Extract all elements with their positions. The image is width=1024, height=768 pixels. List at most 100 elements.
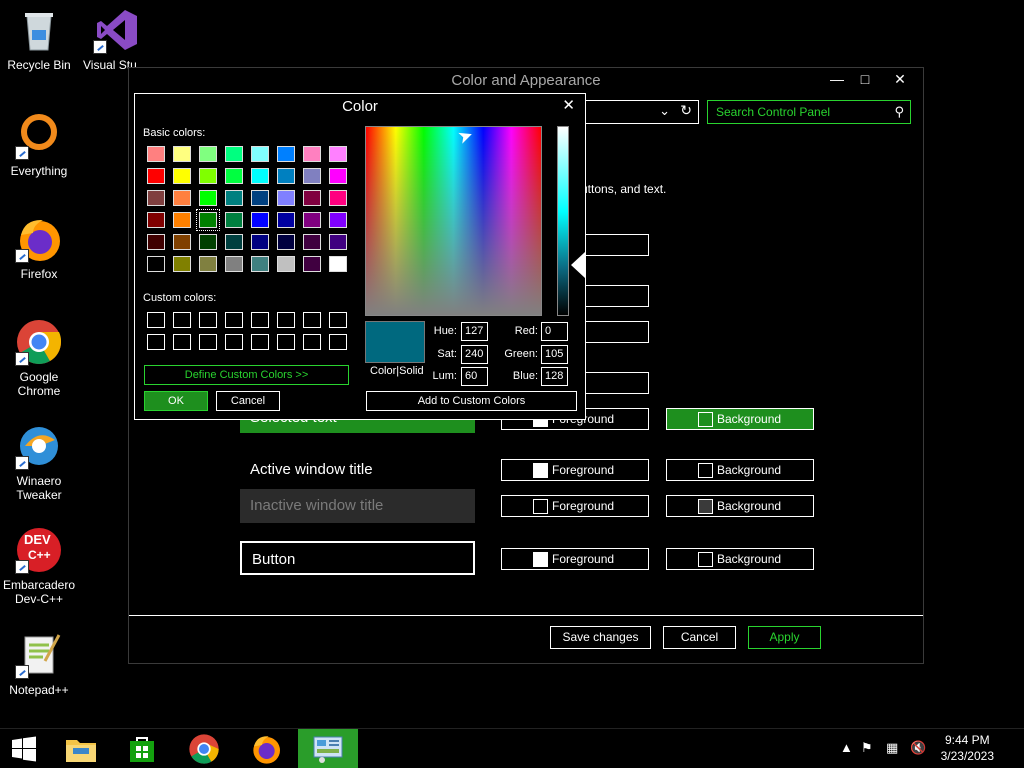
taskbar-store[interactable] (112, 729, 172, 768)
desktop-icon-dev-cpp[interactable]: DEV C++ Embarcadero Dev-C++ (1, 526, 77, 606)
basic-color-swatch[interactable] (251, 146, 269, 162)
desktop-icon-everything[interactable]: Everything (1, 112, 77, 178)
apply-button[interactable]: Apply (748, 626, 821, 649)
basic-color-swatch[interactable] (199, 146, 217, 162)
desktop-icon-google-chrome[interactable]: Google Chrome (1, 318, 77, 398)
basic-color-swatch[interactable] (303, 212, 321, 228)
custom-color-swatch[interactable] (329, 312, 347, 328)
custom-color-swatch[interactable] (303, 312, 321, 328)
sat-input[interactable]: 240 (461, 345, 488, 364)
basic-color-swatch[interactable] (329, 256, 347, 272)
basic-color-swatch[interactable] (225, 234, 243, 250)
active-window-title-sample[interactable]: Active window title (240, 453, 475, 487)
luminosity-arrow-icon[interactable] (571, 252, 585, 278)
inactive-title-background-button[interactable]: Background (666, 495, 814, 517)
red-input[interactable]: 0 (541, 322, 568, 341)
minimize-button[interactable]: — (822, 68, 852, 90)
basic-color-swatch[interactable] (147, 168, 165, 184)
basic-color-swatch[interactable] (251, 168, 269, 184)
basic-color-swatch[interactable] (277, 190, 295, 206)
taskbar-firefox[interactable] (236, 729, 296, 768)
network-icon[interactable]: ▦ (886, 740, 898, 756)
desktop-icon-notepad-plus-plus[interactable]: Notepad++ (1, 631, 77, 697)
custom-color-swatch[interactable] (173, 334, 191, 350)
active-title-background-button[interactable]: Background (666, 459, 814, 481)
add-to-custom-colors-button[interactable]: Add to Custom Colors (366, 391, 577, 411)
custom-color-swatch[interactable] (225, 334, 243, 350)
basic-color-swatch[interactable] (303, 190, 321, 206)
color-spectrum[interactable] (365, 126, 542, 316)
basic-color-swatch[interactable] (199, 256, 217, 272)
basic-color-swatch[interactable] (251, 256, 269, 272)
action-center-flag-icon[interactable]: ⚑ (861, 740, 873, 756)
volume-muted-icon[interactable]: 🔇 (910, 740, 926, 756)
basic-color-swatch[interactable] (173, 234, 191, 250)
selected-text-background-button[interactable]: Background (666, 408, 814, 430)
basic-color-swatch[interactable] (251, 234, 269, 250)
basic-color-swatch[interactable] (173, 256, 191, 272)
custom-color-swatch[interactable] (251, 334, 269, 350)
blue-input[interactable]: 128 (541, 367, 568, 386)
custom-color-swatch[interactable] (277, 312, 295, 328)
taskbar-file-explorer[interactable] (51, 729, 111, 768)
custom-color-swatch[interactable] (147, 312, 165, 328)
basic-color-swatch[interactable] (251, 212, 269, 228)
basic-color-swatch[interactable] (329, 146, 347, 162)
desktop-icon-firefox[interactable]: Firefox (1, 215, 77, 281)
custom-color-swatch[interactable] (173, 312, 191, 328)
search-icon[interactable]: ⚲ (894, 101, 904, 123)
search-input[interactable]: Search Control Panel ⚲ (707, 100, 911, 124)
basic-color-swatch[interactable] (173, 212, 191, 228)
basic-color-swatch[interactable] (196, 209, 220, 231)
basic-color-swatch[interactable] (277, 256, 295, 272)
basic-color-swatch[interactable] (147, 256, 165, 272)
show-hidden-icons-button[interactable]: ▲ (840, 740, 853, 755)
basic-color-swatch[interactable] (147, 212, 165, 228)
basic-color-swatch[interactable] (303, 234, 321, 250)
basic-color-swatch[interactable] (225, 190, 243, 206)
define-custom-colors-button[interactable]: Define Custom Colors >> (144, 365, 349, 385)
start-button[interactable] (0, 729, 48, 768)
basic-color-swatch[interactable] (303, 256, 321, 272)
button-sample[interactable]: Button (240, 541, 475, 575)
basic-color-swatch[interactable] (277, 234, 295, 250)
desktop-icon-recycle-bin[interactable]: Recycle Bin (1, 6, 77, 72)
basic-color-swatch[interactable] (251, 190, 269, 206)
close-icon[interactable]: ✕ (562, 96, 575, 114)
basic-color-swatch[interactable] (173, 168, 191, 184)
basic-color-swatch[interactable] (303, 146, 321, 162)
desktop-icon-visual-studio[interactable]: Visual Studio 2013 (79, 6, 155, 72)
green-input[interactable]: 105 (541, 345, 568, 364)
custom-color-swatch[interactable] (199, 312, 217, 328)
lum-input[interactable]: 60 (461, 367, 488, 386)
taskbar-control-panel[interactable] (298, 729, 358, 768)
button-foreground-button[interactable]: Foreground (501, 548, 649, 570)
refresh-icon[interactable]: ↻ (680, 102, 692, 119)
basic-color-swatch[interactable] (199, 190, 217, 206)
address-bar[interactable]: ⌄ ↻ (584, 100, 699, 124)
basic-color-swatch[interactable] (173, 190, 191, 206)
cancel-button[interactable]: Cancel (216, 391, 280, 411)
basic-color-swatch[interactable] (277, 146, 295, 162)
button-background-button[interactable]: Background (666, 548, 814, 570)
basic-color-swatch[interactable] (225, 146, 243, 162)
custom-color-swatch[interactable] (225, 312, 243, 328)
active-title-foreground-button[interactable]: Foreground (501, 459, 649, 481)
basic-color-swatch[interactable] (147, 234, 165, 250)
ok-button[interactable]: OK (144, 391, 208, 411)
hue-input[interactable]: 127 (461, 322, 488, 341)
basic-color-swatch[interactable] (199, 168, 217, 184)
custom-color-swatch[interactable] (277, 334, 295, 350)
custom-color-swatch[interactable] (251, 312, 269, 328)
cancel-button[interactable]: Cancel (663, 626, 736, 649)
inactive-title-foreground-button[interactable]: Foreground (501, 495, 649, 517)
maximize-button[interactable]: □ (850, 68, 880, 90)
basic-color-swatch[interactable] (277, 212, 295, 228)
basic-color-swatch[interactable] (329, 190, 347, 206)
clock[interactable]: 9:44 PM 3/23/2023 (941, 732, 994, 764)
basic-color-swatch[interactable] (329, 212, 347, 228)
inactive-window-title-sample[interactable]: Inactive window title (240, 489, 475, 523)
custom-color-swatch[interactable] (147, 334, 165, 350)
taskbar-chrome[interactable] (174, 729, 234, 768)
basic-color-swatch[interactable] (147, 146, 165, 162)
